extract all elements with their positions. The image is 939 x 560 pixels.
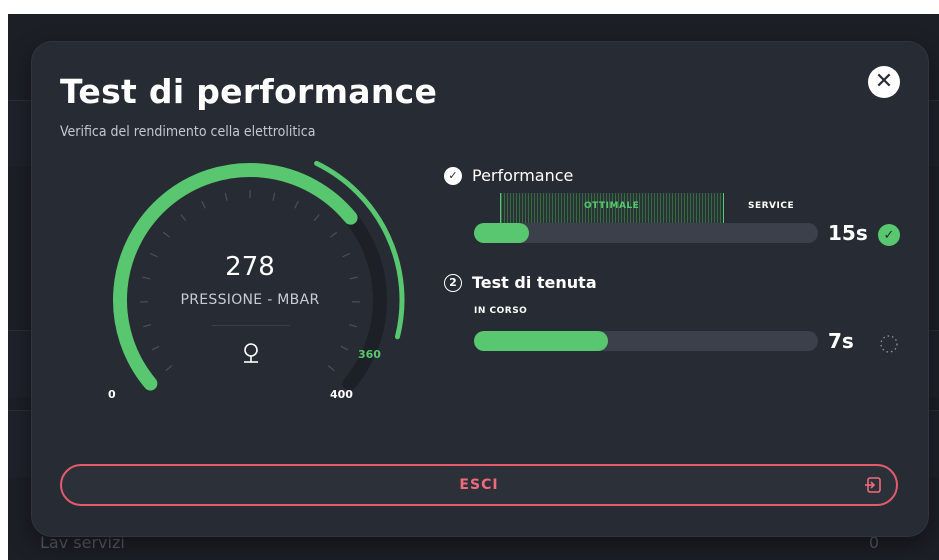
gauge-tick bbox=[313, 214, 320, 222]
gauge-tick bbox=[151, 345, 160, 351]
gauge-label-min: 0 bbox=[108, 388, 116, 401]
gauge-value: 278 bbox=[225, 252, 275, 282]
gauge-tick bbox=[201, 200, 206, 209]
performance-progress-fill bbox=[474, 223, 530, 243]
step-leak-test: 2 Test di tenuta bbox=[444, 273, 597, 292]
gauge-label-max: 400 bbox=[330, 388, 353, 401]
check-circle-icon: ✓ bbox=[444, 166, 462, 185]
success-check-icon: ✓ bbox=[878, 224, 900, 246]
gauge-tick bbox=[330, 231, 338, 238]
gauge-tick bbox=[150, 252, 158, 258]
gauge-tick bbox=[142, 276, 151, 280]
exit-icon bbox=[865, 477, 881, 493]
gauge-tick bbox=[162, 231, 170, 238]
performance-progress-track bbox=[474, 223, 818, 243]
step-performance-label: Performance bbox=[472, 166, 574, 185]
gauge-tick bbox=[180, 214, 187, 222]
gauge-label-240: 240 bbox=[256, 165, 279, 178]
gauge-tick bbox=[272, 192, 276, 201]
step-number-icon: 2 bbox=[444, 273, 462, 292]
gauge-tick bbox=[348, 324, 357, 328]
leak-test-progress-fill bbox=[474, 331, 609, 351]
gauge-tick bbox=[143, 324, 152, 328]
exit-button-label: ESCI bbox=[459, 477, 499, 493]
step-performance: ✓ Performance bbox=[444, 166, 573, 185]
gauge-label-360: 360 bbox=[358, 348, 381, 361]
leak-test-status: IN CORSO bbox=[474, 306, 528, 316]
gauge-tick bbox=[294, 200, 299, 209]
step-leak-test-label: Test di tenuta bbox=[472, 273, 597, 292]
gauge-tick bbox=[224, 192, 228, 201]
gauge-tick bbox=[340, 345, 349, 351]
gauge-unit-label: PRESSIONE - MBAR bbox=[180, 292, 320, 308]
gauge-tick bbox=[342, 252, 350, 258]
gauge-divider bbox=[212, 325, 290, 326]
zone-optimal-label: OTTIMALE bbox=[584, 201, 640, 211]
pressure-gauge-icon bbox=[244, 343, 258, 363]
gauge-tick bbox=[349, 276, 358, 280]
zone-service-label: SERVICE bbox=[748, 201, 795, 211]
leak-test-time: 7s bbox=[828, 329, 854, 353]
exit-button[interactable]: ESCI bbox=[60, 464, 898, 506]
gauge-tick bbox=[327, 365, 335, 372]
leak-test-progress-track bbox=[474, 331, 818, 351]
gauge-tick bbox=[165, 365, 173, 372]
performance-time: 15s bbox=[828, 221, 868, 245]
loading-spinner-icon bbox=[880, 335, 898, 353]
